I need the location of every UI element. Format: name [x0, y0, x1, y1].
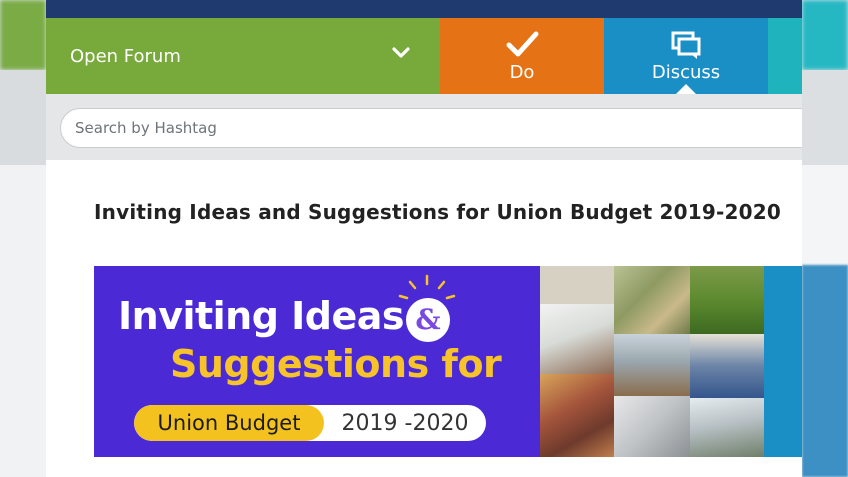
banner-side-strip: [764, 266, 802, 457]
bg-right-blue: [802, 265, 848, 477]
collage-photo-farmer: [690, 266, 764, 334]
page-frame: Open Forum Do Discuss Inviting Ideas and…: [46, 0, 802, 477]
bg-right-white: [802, 165, 848, 265]
banner-photo-collage: [540, 266, 764, 457]
collage-photo-students: [690, 334, 764, 398]
promo-banner[interactable]: Inviting Ideas & Suggestions for Union B…: [94, 266, 802, 457]
checkmark-icon: [506, 31, 539, 56]
collage-photo-calculator: [614, 396, 690, 457]
collage-photo-crowd: [540, 374, 614, 457]
bg-left-green: [0, 0, 46, 70]
open-forum-label: Open Forum: [70, 45, 181, 67]
search-bar: [46, 94, 802, 160]
bg-left-white: [0, 165, 46, 477]
tab-do-label: Do: [509, 61, 535, 83]
collage-photo-doctor: [540, 304, 614, 374]
bg-right-grey: [802, 70, 848, 165]
page-title: Inviting Ideas and Suggestions for Union…: [94, 200, 781, 224]
tab-more[interactable]: [768, 18, 802, 94]
active-tab-indicator: [676, 84, 696, 94]
hashtag-search-input[interactable]: [60, 108, 802, 148]
tab-discuss-label: Discuss: [651, 61, 721, 83]
main-navigation: Open Forum Do Discuss: [46, 18, 802, 94]
chat-bubbles-icon: [671, 31, 701, 59]
collage-photo-city: [614, 334, 690, 396]
banner-pill-label: Union Budget: [134, 405, 324, 441]
banner-ampersand: &: [406, 298, 450, 342]
banner-text-panel: Inviting Ideas & Suggestions for Union B…: [94, 266, 546, 457]
bg-left-grey: [0, 70, 46, 165]
tab-discuss[interactable]: Discuss: [604, 18, 768, 94]
banner-headline-2: Suggestions for: [170, 342, 502, 386]
chevron-down-icon: [392, 47, 410, 58]
collage-photo-highway: [690, 398, 764, 457]
top-header-bar: [46, 0, 802, 18]
banner-pill-year: 2019 -2020: [341, 410, 469, 436]
tab-do[interactable]: Do: [440, 18, 604, 94]
bg-right-teal: [802, 0, 848, 70]
collage-photo-currency: [614, 266, 690, 334]
open-forum-dropdown[interactable]: Open Forum: [46, 18, 440, 94]
banner-headline-1: Inviting Ideas: [118, 294, 405, 338]
banner-budget-pill: Union Budget 2019 -2020: [134, 405, 486, 441]
